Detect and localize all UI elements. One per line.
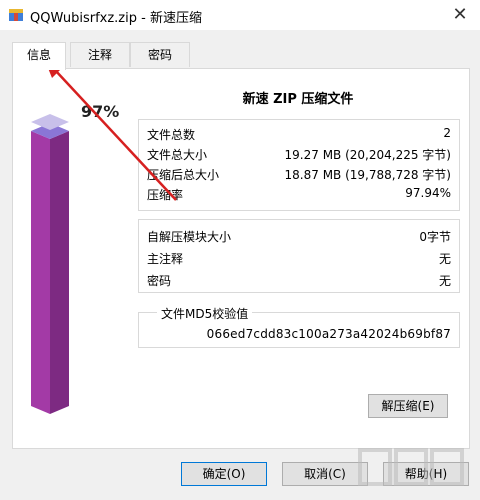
stat-key: 压缩后总大小 [147, 168, 220, 182]
bar-empty-top [31, 114, 69, 130]
extra-key: 密码 [147, 274, 172, 288]
md5-legend: 文件MD5校验值 [157, 305, 253, 322]
extra-value: 无 [438, 252, 451, 266]
tab-password-label: 密码 [147, 48, 172, 62]
close-icon[interactable]: ✕ [450, 5, 470, 25]
extra-value: 0字节 [419, 230, 451, 244]
extra-row-sfx-size: 自解压模块大小 0字节 [147, 228, 451, 246]
stat-key: 文件总数 [147, 128, 196, 142]
stat-row-file-count: 文件总数 2 [147, 126, 451, 144]
tab-comment[interactable]: 注释 [70, 42, 130, 67]
stat-value: 2 [443, 126, 451, 140]
stat-value: 97.94% [405, 186, 451, 200]
md5-value: 066ed7cdd83c100a273a42024b69bf87 [206, 327, 451, 341]
extract-button[interactable]: 解压缩(E) [368, 394, 448, 418]
archive-app-icon [9, 9, 23, 21]
window-title: QQWubisrfxz.zip - 新速压缩 [30, 11, 202, 26]
stat-row-compressed-size: 压缩后总大小 18.87 MB (19,788,728 字节) [147, 166, 451, 184]
bar-side-face [50, 131, 69, 414]
extra-row-password: 密码 无 [147, 272, 451, 290]
extra-info-group: 自解压模块大小 0字节 主注释 无 密码 无 [138, 219, 460, 293]
ratio-percentage: 97% [81, 102, 120, 121]
extra-value: 无 [438, 274, 451, 288]
stat-row-ratio: 压缩率 97.94% [147, 186, 451, 204]
stat-key: 文件总大小 [147, 148, 208, 162]
compression-ratio-bar [31, 114, 69, 414]
tab-info-label: 信息 [26, 48, 51, 62]
md5-group: 文件MD5校验值 066ed7cdd83c100a273a42024b69bf8… [138, 305, 460, 348]
watermark-logo [358, 448, 464, 486]
info-panel: 97% 新速 ZIP 压缩文件 文件总数 2 文件总大小 19.27 MB (2… [12, 68, 470, 449]
archive-heading: 新速 ZIP 压缩文件 [242, 92, 354, 107]
stat-key: 压缩率 [147, 188, 184, 202]
tab-password[interactable]: 密码 [130, 42, 190, 67]
stat-row-total-size: 文件总大小 19.27 MB (20,204,225 字节) [147, 146, 451, 164]
ok-button[interactable]: 确定(O) [181, 462, 267, 486]
stats-group: 文件总数 2 文件总大小 19.27 MB (20,204,225 字节) 压缩… [138, 119, 460, 211]
title-bar: QQWubisrfxz.zip - 新速压缩 ✕ [0, 0, 480, 30]
bar-front-face [31, 131, 50, 414]
extra-key: 主注释 [147, 252, 184, 266]
stat-value: 18.87 MB (19,788,728 字节) [284, 168, 451, 182]
stat-value: 19.27 MB (20,204,225 字节) [284, 148, 451, 162]
extra-key: 自解压模块大小 [147, 230, 232, 244]
tab-info[interactable]: 信息 [12, 42, 66, 70]
extra-row-comment: 主注释 无 [147, 250, 451, 268]
tab-comment-label: 注释 [87, 48, 112, 62]
